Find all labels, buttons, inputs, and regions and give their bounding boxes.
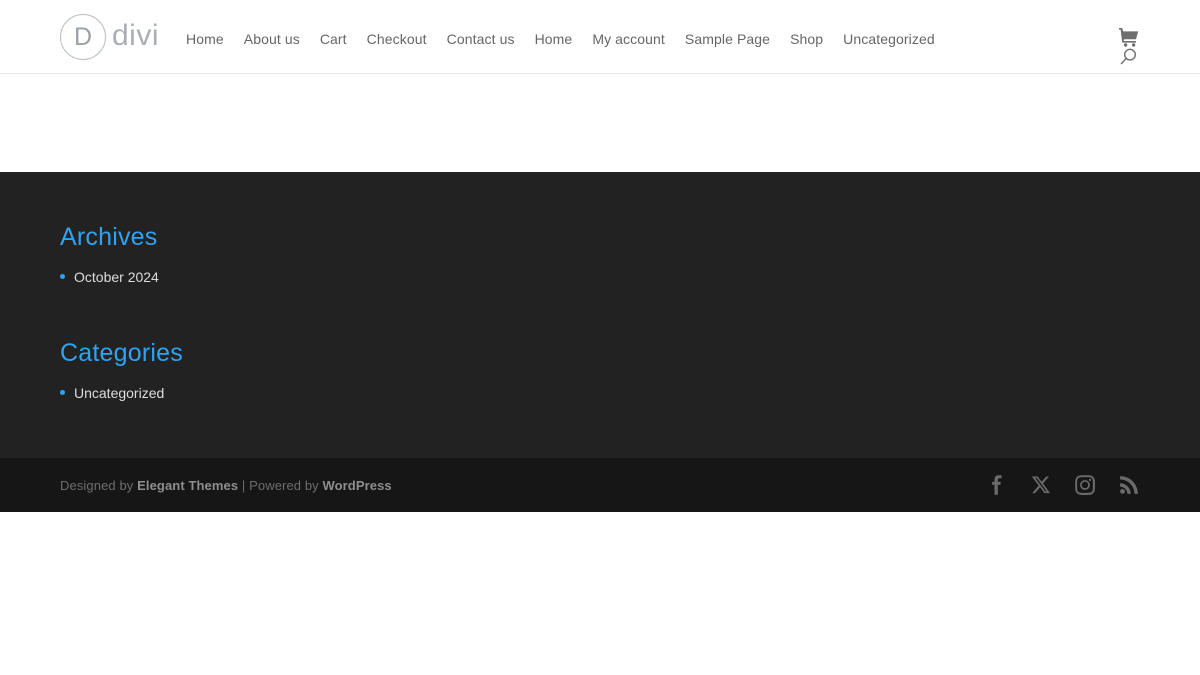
nav-item-home[interactable]: Home (176, 31, 234, 47)
nav-item-checkout[interactable]: Checkout (357, 31, 437, 47)
nav-item-sample-page[interactable]: Sample Page (675, 31, 780, 47)
search-icon[interactable] (1118, 47, 1138, 67)
archives-list: October 2024 (60, 266, 159, 290)
rss-icon[interactable] (1118, 474, 1140, 496)
elegant-themes-link[interactable]: Elegant Themes (137, 478, 238, 493)
footer-widgets-inner: Archives October 2024 Categories Uncateg… (60, 172, 1140, 458)
facebook-icon[interactable] (986, 474, 1008, 496)
footer-bottom-bar: Designed by Elegant Themes | Powered by … (0, 458, 1200, 512)
nav-item-about-us[interactable]: About us (234, 31, 310, 47)
shopping-cart-icon[interactable] (1118, 27, 1140, 47)
logo-text: divi (112, 18, 160, 52)
primary-navigation: Home About us Cart Checkout Contact us H… (176, 0, 945, 74)
credits-prefix: Designed by (60, 477, 138, 493)
divi-logo-circle-icon: D (60, 14, 106, 60)
site-header: D divi Home About us Cart Checkout Conta… (0, 0, 1200, 74)
main-content-area (0, 74, 1200, 172)
widget-categories: Categories Uncategorized (60, 338, 183, 406)
footer-credits: Designed by Elegant Themes | Powered by … (60, 478, 392, 493)
nav-item-cart[interactable]: Cart (310, 31, 357, 47)
x-twitter-icon[interactable] (1030, 474, 1052, 496)
nav-item-contact-us[interactable]: Contact us (437, 31, 525, 47)
category-link-uncategorized[interactable]: Uncategorized (74, 385, 164, 401)
logo-mark-letter: D (73, 22, 93, 51)
nav-item-uncategorized[interactable]: Uncategorized (833, 31, 945, 47)
nav-item-home-2[interactable]: Home (525, 31, 583, 47)
list-item: October 2024 (60, 266, 159, 290)
wordpress-link[interactable]: WordPress (322, 478, 391, 493)
footer-bottom-inner: Designed by Elegant Themes | Powered by … (60, 458, 1140, 512)
widget-archives: Archives October 2024 (60, 222, 159, 290)
footer-widget-area: Archives October 2024 Categories Uncateg… (0, 172, 1200, 458)
categories-list: Uncategorized (60, 382, 183, 406)
widget-title-categories: Categories (60, 339, 183, 367)
header-inner: D divi Home About us Cart Checkout Conta… (60, 0, 1140, 74)
nav-item-shop[interactable]: Shop (780, 31, 833, 47)
instagram-icon[interactable] (1074, 474, 1096, 496)
site-logo[interactable]: D divi (60, 14, 159, 60)
list-item: Uncategorized (60, 382, 183, 406)
social-links (986, 474, 1140, 496)
credits-separator: | Powered by (238, 477, 323, 493)
page-bottom-whitespace (0, 512, 1200, 675)
widget-title-archives: Archives (60, 223, 158, 251)
nav-item-my-account[interactable]: My account (582, 31, 675, 47)
archive-link-october-2024[interactable]: October 2024 (74, 269, 159, 285)
